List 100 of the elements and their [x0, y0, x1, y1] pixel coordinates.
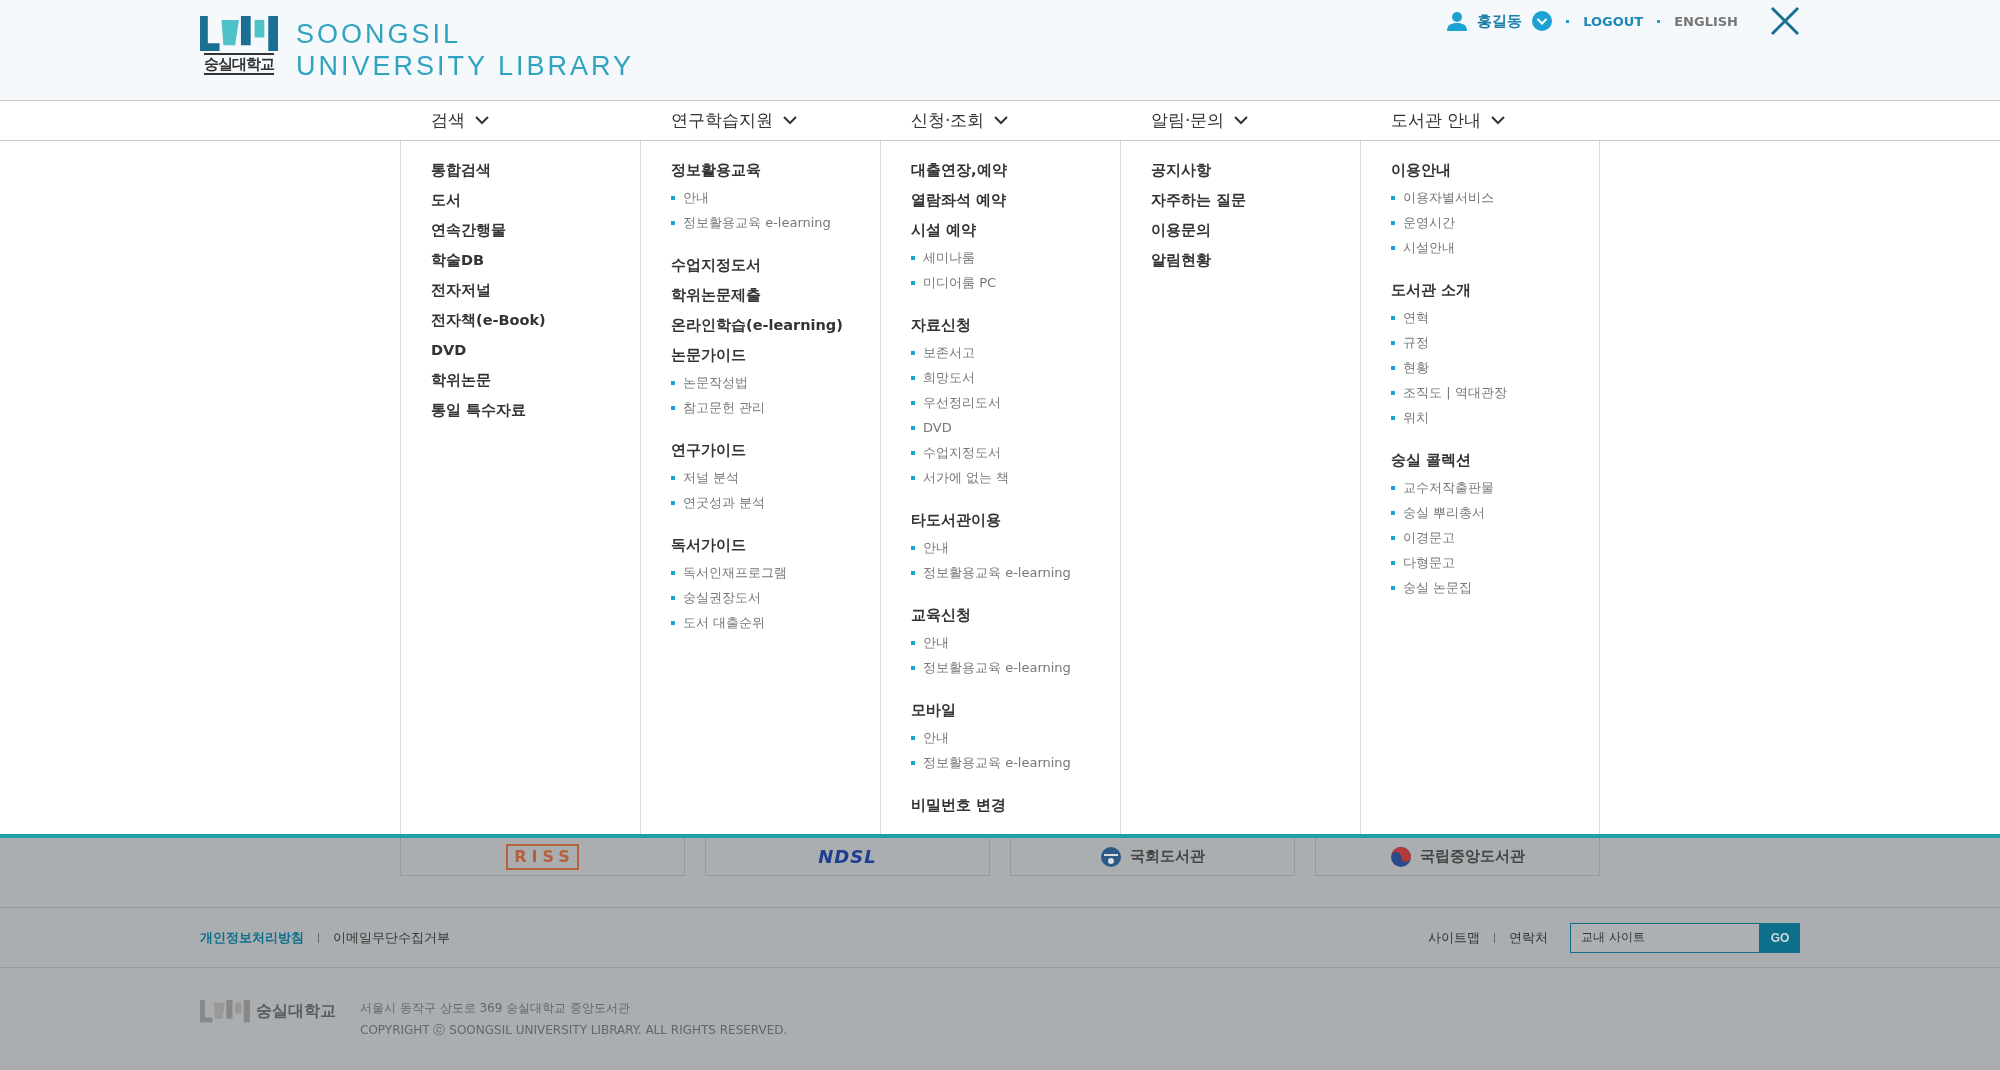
menu-item[interactable]: 희망도서 [911, 365, 1120, 390]
chevron-down-icon [475, 116, 489, 125]
menu-heading[interactable]: 전자책(e-Book) [431, 305, 640, 335]
menu-item[interactable]: 숭실 논문집 [1391, 575, 1599, 600]
menu-heading[interactable]: 열람좌석 예약 [911, 185, 1120, 215]
footer-link[interactable]: 개인정보처리방침 [200, 928, 304, 947]
menu-heading[interactable]: 도서관 소개 [1391, 275, 1599, 305]
menu-heading[interactable]: 타도서관이용 [911, 505, 1120, 535]
chevron-down-icon [1234, 116, 1249, 125]
menu-heading[interactable]: 학술DB [431, 245, 640, 275]
logo-korean-text: 숭실대학교 [204, 53, 274, 76]
menu-item[interactable]: 안내 [671, 185, 880, 210]
menu-item[interactable]: 정보활용교육 e-learning [911, 655, 1120, 680]
menu-item[interactable]: 안내 [911, 725, 1120, 750]
partner-link[interactable]: NDSL [705, 838, 990, 876]
menu-item[interactable]: 숭실권장도서 [671, 585, 880, 610]
menu-heading[interactable]: 교육신청 [911, 600, 1120, 630]
menu-item[interactable]: 연혁 [1391, 305, 1599, 330]
menu-heading[interactable]: 도서 [431, 185, 640, 215]
logo-mark-icon [200, 1000, 250, 1023]
menu-item[interactable]: 운영시간 [1391, 210, 1599, 235]
menu-heading[interactable]: 정보활용교육 [671, 155, 880, 185]
menu-heading[interactable]: 논문가이드 [671, 340, 880, 370]
menu-heading[interactable]: 알림현황 [1151, 245, 1360, 275]
go-button[interactable]: GO [1760, 922, 1800, 953]
nav-tab[interactable]: 신청·조회 [880, 101, 1120, 140]
nav-tab[interactable]: 연구학습지원 [640, 101, 880, 140]
footer-link[interactable]: 이메일무단수집거부 [333, 928, 450, 947]
menu-heading[interactable]: 이용안내 [1391, 155, 1599, 185]
header-link[interactable]: ENGLISH [1674, 13, 1738, 29]
copyright-text: COPYRIGHT ⓒ SOONGSIL UNIVERSITY LIBRARY. ALL RIGHTS RESERVED. [360, 1022, 788, 1039]
partner-link[interactable]: 국회도서관 [1010, 838, 1295, 876]
logo-mark-icon [200, 16, 278, 52]
menu-heading[interactable]: 이용문의 [1151, 215, 1360, 245]
menu-heading[interactable]: 시설 예약 [911, 215, 1120, 245]
menu-item[interactable]: 정보활용교육 e-learning [911, 560, 1120, 585]
taegeuk-icon [1390, 845, 1412, 868]
menu-heading[interactable]: 비밀번호 변경 [911, 790, 1120, 820]
menu-item[interactable]: 참고문헌 관리 [671, 395, 880, 420]
menu-item[interactable]: 논문작성법 [671, 370, 880, 395]
menu-heading[interactable]: 수업지정도서 [671, 250, 880, 280]
partner-logo-text: RISS [506, 843, 579, 870]
menu-item[interactable]: 현황 [1391, 355, 1599, 380]
footer-link[interactable]: 연락처 [1509, 928, 1548, 947]
nav-tab[interactable]: 알림·문의 [1120, 101, 1360, 140]
menu-heading[interactable]: DVD [431, 335, 640, 365]
menu-heading[interactable]: 모바일 [911, 695, 1120, 725]
menu-item[interactable]: 우선정리도서 [911, 390, 1120, 415]
menu-heading[interactable]: 학위논문 [431, 365, 640, 395]
menu-item[interactable]: 연굿성과 분석 [671, 490, 880, 515]
menu-item[interactable]: 시설안내 [1391, 235, 1599, 260]
menu-heading[interactable]: 숭실 콜렉션 [1391, 445, 1599, 475]
chevron-down-icon [994, 116, 1009, 125]
menu-heading[interactable]: 학위논문제출 [671, 280, 880, 310]
menu-item[interactable]: 이경문고 [1391, 525, 1599, 550]
footer-link[interactable]: 사이트맵 [1428, 928, 1480, 947]
chevron-down-icon [783, 116, 797, 125]
menu-item[interactable]: 안내 [911, 535, 1120, 560]
dropdown-icon[interactable] [1532, 11, 1553, 31]
menu-item[interactable]: 다형문고 [1391, 550, 1599, 575]
menu-heading[interactable]: 독서가이드 [671, 530, 880, 560]
menu-heading[interactable]: 통합검색 [431, 155, 640, 185]
menu-heading[interactable]: 온라인학습(e-learning) [671, 310, 880, 340]
partner-logo-text: 국회도서관 [1130, 847, 1205, 866]
nav-tab[interactable]: 도서관 안내 [1360, 101, 1600, 140]
menu-heading[interactable]: 공지사항 [1151, 155, 1360, 185]
menu-item[interactable]: 보존서고 [911, 340, 1120, 365]
menu-heading[interactable]: 대출연장,예약 [911, 155, 1120, 185]
header-link[interactable]: LOGOUT [1583, 13, 1644, 29]
partner-logo-text: 국립중앙도서관 [1420, 847, 1525, 866]
menu-item[interactable]: 규정 [1391, 330, 1599, 355]
menu-heading[interactable]: 자료신청 [911, 310, 1120, 340]
menu-item[interactable]: 독서인재프로그램 [671, 560, 880, 585]
menu-item[interactable]: 안내 [911, 630, 1120, 655]
menu-item[interactable]: 서가에 없는 책 [911, 465, 1120, 490]
user-icon [1447, 11, 1468, 31]
menu-item[interactable]: 교수저작출판물 [1391, 475, 1599, 500]
nav-tab[interactable]: 검색 [400, 101, 640, 140]
close-button[interactable] [1770, 6, 1800, 36]
user-name[interactable]: 홍길동 [1477, 11, 1523, 31]
menu-item[interactable]: 미디어룸 PC [911, 270, 1120, 295]
menu-item[interactable]: 숭실 뿌리총서 [1391, 500, 1599, 525]
site-select[interactable]: 교내 사이트 [1570, 922, 1760, 953]
menu-item[interactable]: DVD [911, 415, 1120, 440]
menu-item[interactable]: 수업지정도서 [911, 440, 1120, 465]
menu-heading[interactable]: 연속간행물 [431, 215, 640, 245]
menu-item[interactable]: 저널 분석 [671, 465, 880, 490]
menu-item[interactable]: 조직도 | 역대관장 [1391, 380, 1599, 405]
menu-item[interactable]: 정보활용교육 e-learning [671, 210, 880, 235]
menu-item[interactable]: 세미나룸 [911, 245, 1120, 270]
menu-heading[interactable]: 연구가이드 [671, 435, 880, 465]
footer-logo-text: 숭실대학교 [256, 1000, 336, 1022]
menu-heading[interactable]: 전자저널 [431, 275, 640, 305]
menu-item[interactable]: 위치 [1391, 405, 1599, 430]
menu-item[interactable]: 정보활용교육 e-learning [911, 750, 1120, 775]
menu-item[interactable]: 도서 대출순위 [671, 610, 880, 635]
partner-link[interactable]: 국립중앙도서관 [1315, 838, 1600, 876]
menu-heading[interactable]: 통일 특수자료 [431, 395, 640, 425]
menu-heading[interactable]: 자주하는 질문 [1151, 185, 1360, 215]
menu-item[interactable]: 이용자별서비스 [1391, 185, 1599, 210]
